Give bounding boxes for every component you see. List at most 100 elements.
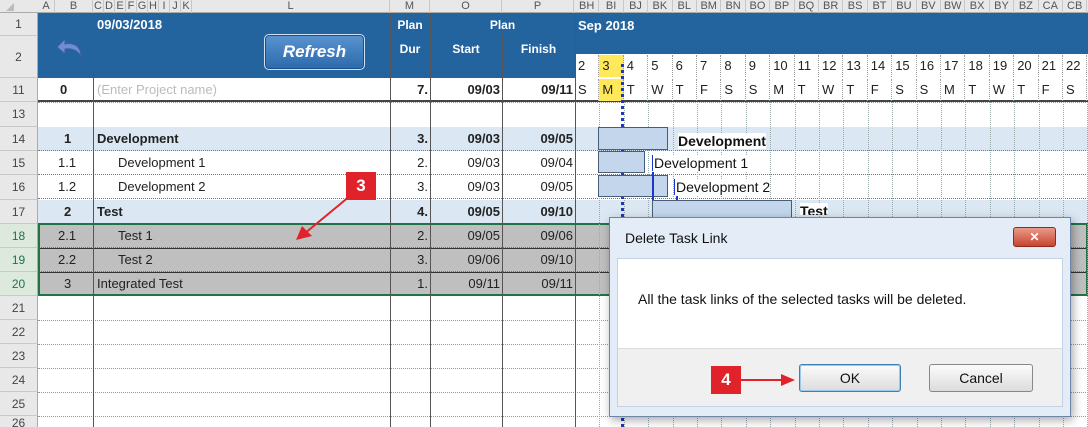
column-header[interactable]: BT [868,0,893,13]
column-header[interactable]: CB [1063,0,1088,13]
column-header[interactable]: BU [892,0,917,13]
column-header[interactable]: L [192,0,390,13]
column-header[interactable]: F [126,0,137,13]
undo-arrow-icon[interactable] [55,36,85,60]
task-name[interactable]: Test [97,204,123,219]
row-header[interactable]: 11 [0,78,38,102]
column-header[interactable]: BZ [1014,0,1039,13]
project-id: 0 [60,82,68,97]
row-header[interactable]: 18 [0,224,38,248]
task-finish[interactable]: 09/04 [502,155,573,170]
row-header[interactable]: 20 [0,272,38,296]
column-header[interactable]: CA [1039,0,1063,13]
row-header[interactable]: 2 [0,36,38,78]
project-dur: 7. [417,82,428,97]
gantt-bar-development-2[interactable] [598,175,668,197]
plan-dur-header-line1: Plan [397,18,423,32]
task-start[interactable]: 09/11 [430,276,500,291]
task-name[interactable]: Development 2 [118,179,205,194]
task-name[interactable]: Test 2 [118,252,153,267]
row-header[interactable]: 15 [0,151,38,175]
row-header[interactable]: 23 [0,344,38,368]
column-header[interactable]: BO [746,0,771,13]
column-header[interactable]: M [390,0,430,13]
row-header[interactable]: 26 [0,416,38,427]
column-header[interactable]: BK [648,0,673,13]
column-header[interactable]: BN [721,0,746,13]
task-start[interactable]: 09/05 [430,228,500,243]
column-header[interactable]: BV [917,0,941,13]
weekday: W [648,79,673,101]
column-header[interactable]: I [159,0,170,13]
row-header[interactable]: 1 [0,13,38,36]
close-icon[interactable]: ✕ [1013,227,1056,247]
column-header[interactable]: BX [965,0,990,13]
column-header[interactable]: BH [575,0,600,13]
task-dur[interactable]: 2. [390,228,428,243]
delete-task-link-dialog: Delete Task Link ✕ All the task links of… [609,217,1071,417]
task-finish[interactable]: 09/10 [502,204,573,219]
task-dur[interactable]: 3. [390,179,428,194]
column-header[interactable]: BQ [795,0,819,13]
gantt-bar-development[interactable] [598,127,668,150]
column-header[interactable]: BJ [624,0,649,13]
task-start[interactable]: 09/03 [430,179,500,194]
task-dur[interactable]: 4. [390,204,428,219]
column-header[interactable]: BL [673,0,697,13]
column-header[interactable]: BP [770,0,795,13]
column-header[interactable]: K [181,0,192,13]
task-start[interactable]: 09/06 [430,252,500,267]
task-dur[interactable]: 3. [390,131,428,146]
column-header[interactable]: D [104,0,115,13]
row-header[interactable]: 24 [0,368,38,392]
task-start[interactable]: 09/03 [430,131,500,146]
column-header[interactable]: BM [697,0,722,13]
column-header[interactable]: BS [843,0,868,13]
refresh-button[interactable]: Refresh [264,34,365,70]
task-finish[interactable]: 09/05 [502,179,573,194]
column-header[interactable]: G [137,0,148,13]
weekday: F [697,79,722,101]
row-header[interactable]: 17 [0,200,38,224]
cancel-button[interactable]: Cancel [929,364,1033,392]
task-name[interactable]: Integrated Test [97,276,183,291]
task-finish[interactable]: 09/10 [502,252,573,267]
column-header[interactable]: O [430,0,502,13]
row-header[interactable]: 25 [0,392,38,416]
task-dur[interactable]: 2. [390,155,428,170]
column-header[interactable]: BI [599,0,624,13]
column-header[interactable]: BR [819,0,844,13]
row-header[interactable]: 14 [0,127,38,151]
task-name[interactable]: Development [97,131,179,146]
column-header[interactable]: BW [941,0,966,13]
task-dur[interactable]: 1. [390,276,428,291]
row-header[interactable]: 16 [0,175,38,200]
gantt-label-test: Test [800,203,828,215]
column-header[interactable]: C [93,0,104,13]
grid-line [38,102,1088,103]
task-start[interactable]: 09/03 [430,155,500,170]
column-header[interactable]: BY [990,0,1015,13]
row-header[interactable]: 22 [0,320,38,344]
column-header[interactable]: A [38,0,55,13]
task-finish[interactable]: 09/06 [502,228,573,243]
column-header[interactable]: H [148,0,159,13]
column-header[interactable]: P [502,0,574,13]
column-header[interactable]: E [115,0,126,13]
column-header[interactable]: B [55,0,93,13]
ok-button[interactable]: OK [799,364,901,392]
row-header[interactable]: 13 [0,102,38,127]
task-name[interactable]: Development 1 [118,155,205,170]
task-dur[interactable]: 3. [390,252,428,267]
column-header[interactable]: J [170,0,181,13]
row-header[interactable]: 21 [0,296,38,320]
gantt-bar-development-1[interactable] [598,151,645,173]
task-finish[interactable]: 09/11 [502,276,573,291]
project-name-input[interactable]: (Enter Project name) [97,82,217,97]
task-finish[interactable]: 09/05 [502,131,573,146]
row-header[interactable]: 19 [0,248,38,272]
task-name[interactable]: Test 1 [118,228,153,243]
gantt-bar-test[interactable] [652,200,792,218]
select-all-corner[interactable] [6,3,14,11]
task-start[interactable]: 09/05 [430,204,500,219]
